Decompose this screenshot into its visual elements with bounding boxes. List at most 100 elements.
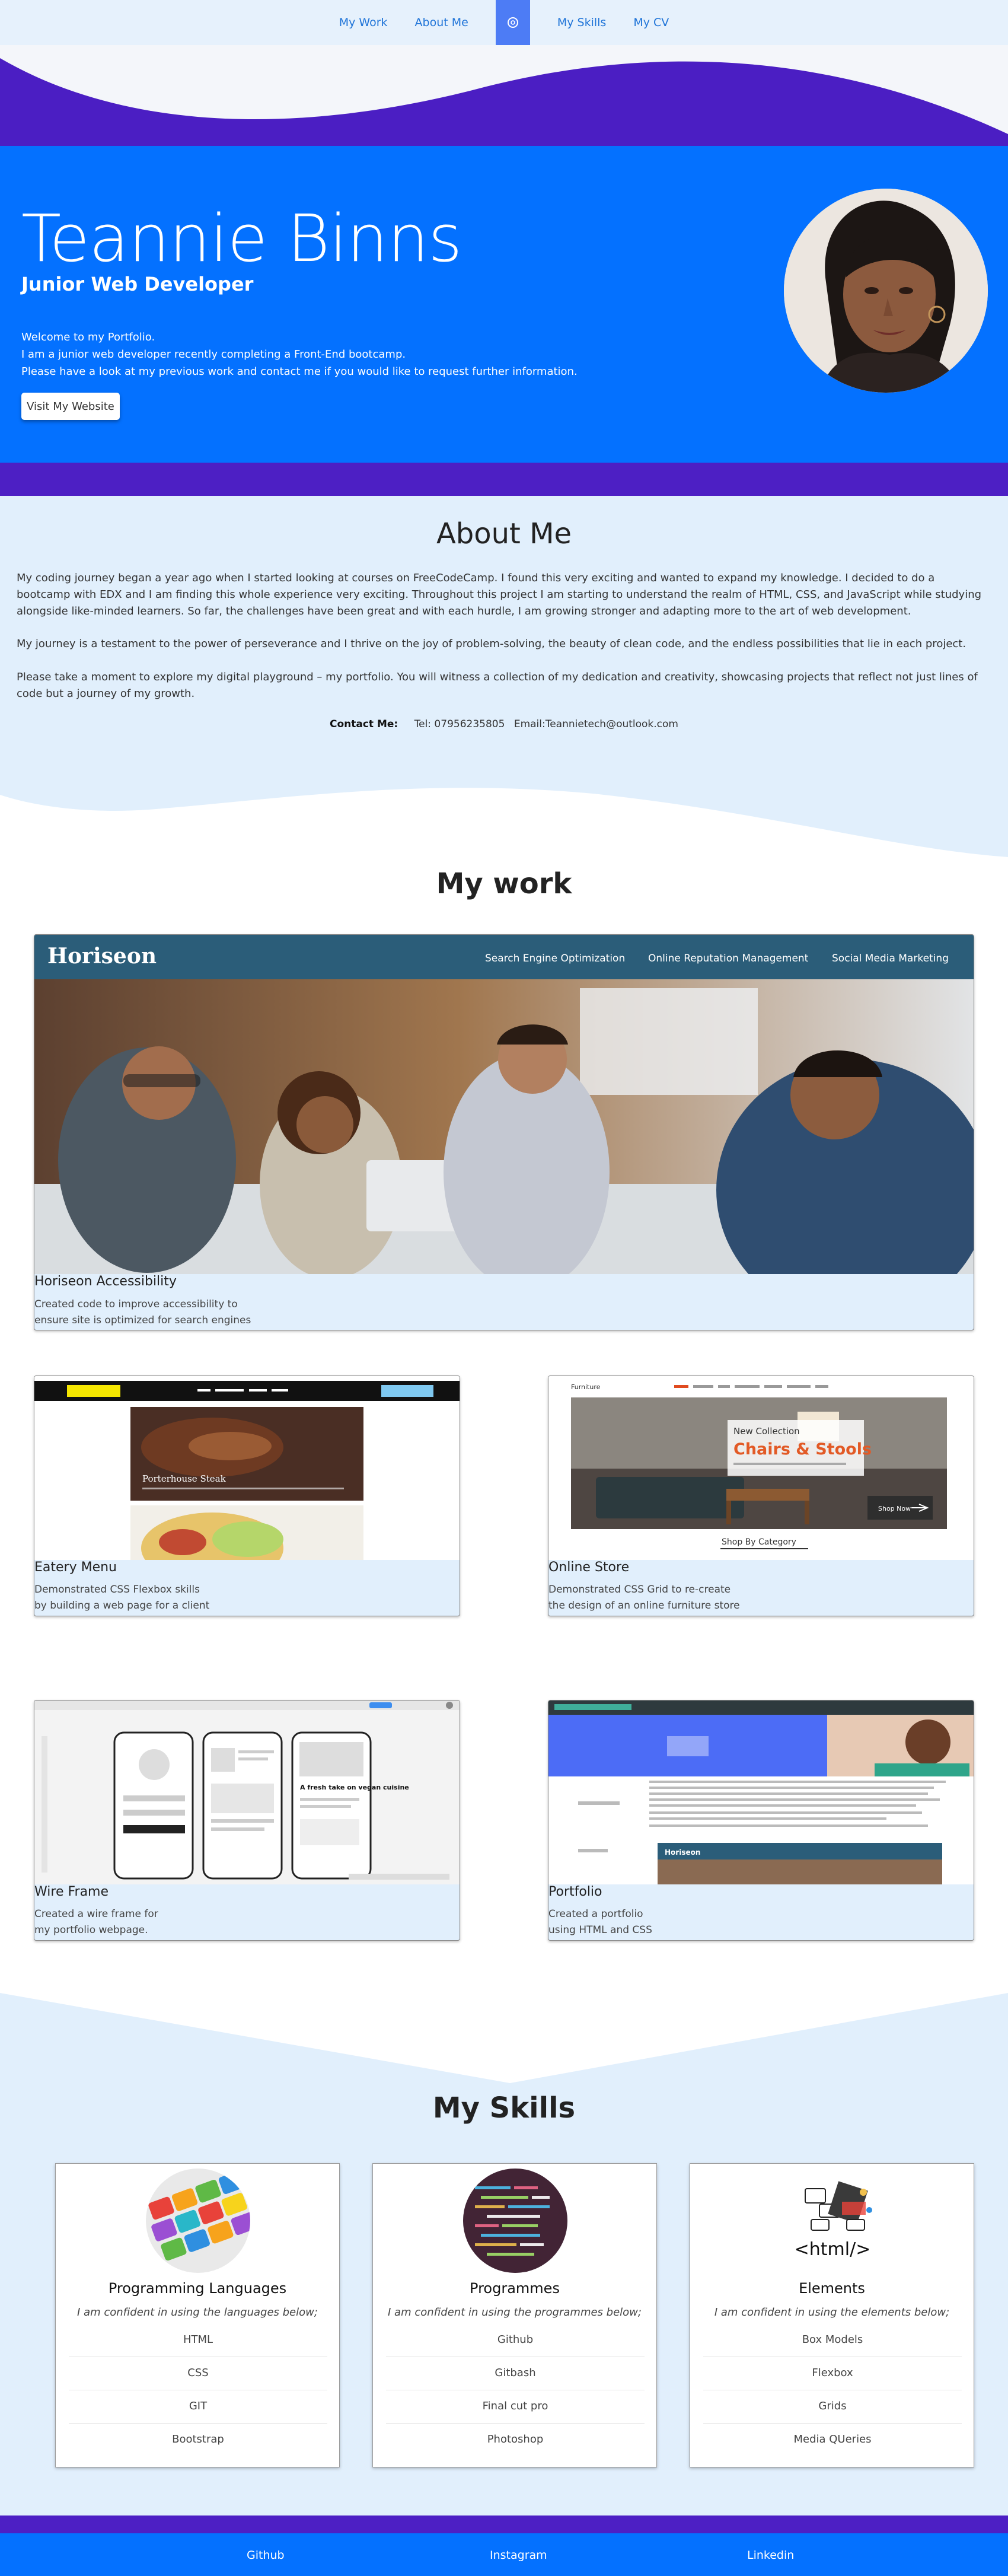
footer-strip: [0, 2515, 1008, 2533]
shot-link: Social Media Marketing: [832, 953, 949, 964]
skills-wave: [0, 1981, 1008, 2100]
shot-shop: Shop Now: [878, 1505, 911, 1513]
project-screenshot: Horiseon: [548, 1701, 974, 1884]
nav-home-button[interactable]: [495, 0, 530, 45]
hero-bottom-strip: [0, 463, 1008, 496]
project-title: Wire Frame: [34, 1884, 109, 1899]
skill-item: Final cut pro: [386, 2390, 645, 2424]
shot-brand: Horiseon: [665, 1848, 700, 1857]
shot-brand: Horiseon: [47, 944, 157, 969]
project-description: Demonstrated CSS Flexbox skills by build…: [34, 1582, 209, 1614]
project-description: Created code to improve accessibility to…: [34, 1297, 251, 1329]
work-title: My work: [436, 867, 572, 900]
contact-line: Contact Me: Tel: 07956235805 Email:Teann…: [0, 718, 1008, 730]
skill-card-elements: <html/> Elements I am confident in using…: [690, 2163, 974, 2467]
project-card-portfolio[interactable]: Horiseon Portfolio Created a portfolio u…: [548, 1700, 974, 1941]
project-description-line: Demonstrated CSS Flexbox skills: [34, 1584, 200, 1596]
about-paragraph: My coding journey began a year ago when …: [17, 572, 982, 617]
project-description-line: using HTML and CSS: [548, 1924, 652, 1936]
hero-intro-line: I am a junior web developer recently com…: [21, 348, 406, 361]
skill-item: CSS: [69, 2357, 327, 2390]
nav-about-me[interactable]: About Me: [415, 16, 468, 29]
shot-link: Online Reputation Management: [648, 953, 809, 964]
skill-item: Box Models: [703, 2324, 962, 2357]
contact-phone[interactable]: Tel: 07956235805: [414, 718, 505, 730]
skill-item: Media QUeries: [793, 2433, 872, 2446]
hero-intro-line: Please have a look at my previous work a…: [21, 365, 578, 378]
project-card-wire-frame[interactable]: A fresh take on vegan cuisine Wire Frame…: [34, 1700, 460, 1941]
contact-email[interactable]: Email:Teannietech@outlook.com: [514, 718, 678, 730]
project-description-line: ensure site is optimized for search engi…: [34, 1314, 251, 1326]
project-description: Created a wire frame for my portfolio we…: [34, 1906, 158, 1938]
about-title: About Me: [436, 517, 572, 550]
nav-my-skills[interactable]: My Skills: [557, 16, 606, 29]
project-description-line: Demonstrated CSS Grid to re-create: [548, 1584, 731, 1596]
about-paragraph: Please take a moment to explore my digit…: [17, 671, 978, 700]
project-screenshot: Porterhouse Steak: [34, 1376, 460, 1560]
footer-link-linkedin[interactable]: Linkedin: [747, 2549, 794, 2562]
about-paragraph: My journey is a testament to the power o…: [17, 638, 966, 650]
project-title: Portfolio: [548, 1884, 602, 1899]
skill-list: Box Models Flexbox Grids Media QUeries: [703, 2324, 962, 2457]
skill-item: Gitbash: [386, 2357, 645, 2390]
skill-item: Photoshop: [487, 2433, 544, 2446]
project-card-online-store[interactable]: Furniture New Collection Chairs & Stools…: [548, 1375, 974, 1616]
hero-section: Teannie Binns Junior Web Developer Welco…: [0, 146, 1008, 463]
footer: Github Instagram Linkedin: [0, 2533, 1008, 2576]
skill-item: Grids: [703, 2390, 962, 2424]
footer-link-instagram[interactable]: Instagram: [490, 2549, 547, 2562]
skill-item: Github: [386, 2324, 645, 2357]
top-nav: My Work About Me My Skills My CV: [0, 0, 1008, 45]
skill-card-title: Programmes: [470, 2280, 560, 2297]
visit-website-button[interactable]: Visit My Website: [21, 393, 120, 420]
hero-role: Junior Web Developer: [21, 273, 254, 295]
hero-intro: Welcome to my Portfolio. I am a junior w…: [21, 329, 578, 380]
project-description-line: by building a web page for a client: [34, 1600, 210, 1612]
hero-name: Teannie Binns: [21, 200, 462, 276]
skill-card-programmes: Programmes I am confident in using the p…: [372, 2163, 657, 2467]
skill-card-programming-languages: Programming Languages I am confident in …: [55, 2163, 340, 2467]
project-screenshot: A fresh take on vegan cuisine: [34, 1701, 460, 1884]
profile-photo: [784, 189, 988, 393]
skill-list: Github Gitbash Final cut pro Photoshop: [386, 2324, 645, 2457]
project-description-line: Created code to improve accessibility to: [34, 1298, 238, 1310]
skill-item: HTML: [69, 2324, 327, 2357]
keyboard-icon: [146, 2169, 250, 2273]
hero-intro-line: Welcome to my Portfolio.: [21, 331, 155, 343]
skill-card-title: Programming Languages: [108, 2280, 287, 2297]
nav-my-work[interactable]: My Work: [339, 16, 388, 29]
project-card-horiseon[interactable]: Horiseon Search Engine Optimization Onli…: [34, 934, 974, 1330]
project-title: Horiseon Accessibility: [34, 1274, 177, 1289]
home-icon: [507, 17, 518, 28]
html-tag-icon: <html/>: [780, 2169, 885, 2273]
skill-item: Bootstrap: [172, 2433, 224, 2446]
project-card-eatery[interactable]: Porterhouse Steak Eatery Menu Demonstrat…: [34, 1375, 460, 1616]
project-description-line: the design of an online furniture store: [548, 1600, 740, 1612]
shot-brand: Furniture: [571, 1383, 601, 1391]
project-description: Created a portfolio using HTML and CSS: [548, 1906, 652, 1938]
project-description-line: Created a portfolio: [548, 1908, 643, 1920]
header-wave: [0, 45, 1008, 146]
project-title: Online Store: [548, 1560, 630, 1575]
skill-card-title: Elements: [799, 2280, 865, 2297]
skill-card-lead: I am confident in using the elements bel…: [714, 2306, 950, 2319]
shot-category: Shop By Category: [722, 1537, 796, 1547]
code-screen-icon: [463, 2169, 567, 2273]
project-description: Demonstrated CSS Grid to re-create the d…: [548, 1582, 740, 1614]
skills-title: My Skills: [432, 2091, 576, 2125]
skill-card-lead: I am confident in using the languages be…: [77, 2306, 318, 2319]
shot-link: Search Engine Optimization: [485, 953, 625, 964]
shot-dish: Porterhouse Steak: [142, 1473, 227, 1484]
shot-kicker: New Collection: [733, 1426, 800, 1437]
project-description-line: my portfolio webpage.: [34, 1924, 148, 1936]
project-title: Eatery Menu: [34, 1560, 117, 1575]
skill-list: HTML CSS GIT Bootstrap: [69, 2324, 327, 2457]
about-wave: [0, 765, 1008, 860]
skill-item: GIT: [69, 2390, 327, 2424]
contact-label: Contact Me:: [329, 718, 398, 730]
footer-link-github[interactable]: Github: [247, 2549, 285, 2562]
shot-heading: A fresh take on vegan cuisine: [300, 1784, 409, 1791]
project-description-line: Created a wire frame for: [34, 1908, 158, 1920]
skill-item: Flexbox: [703, 2357, 962, 2390]
nav-my-cv[interactable]: My CV: [633, 16, 669, 29]
